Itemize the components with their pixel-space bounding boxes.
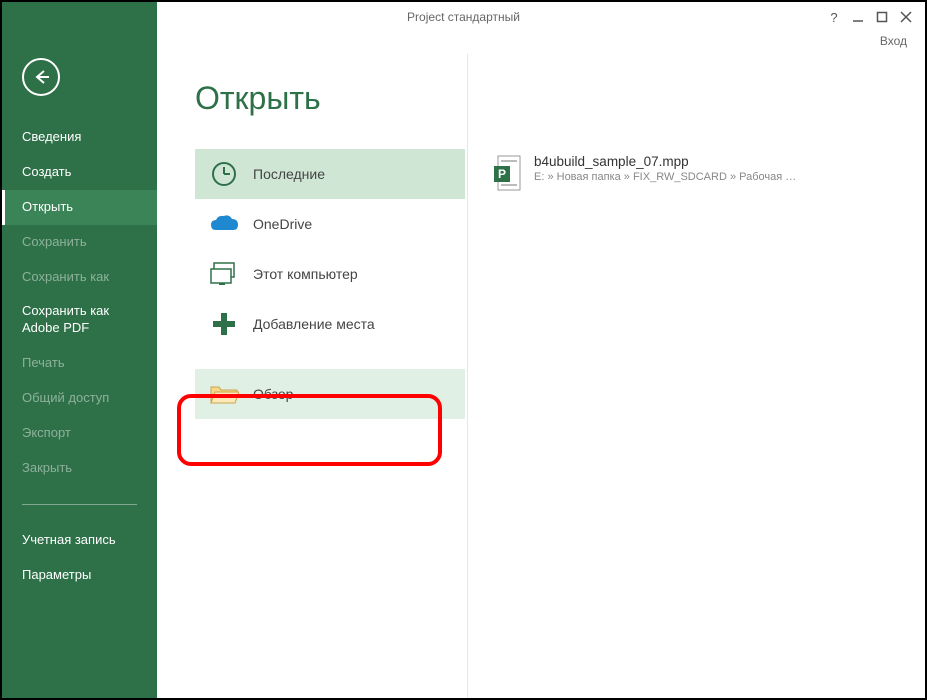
signin-link[interactable]: Вход	[880, 34, 907, 48]
place-add[interactable]: Добавление места	[195, 299, 465, 349]
sidebar-item-saveas: Сохранить как	[2, 260, 157, 295]
place-onedrive[interactable]: OneDrive	[195, 199, 465, 249]
place-label: Последние	[253, 166, 325, 182]
place-label: Обзор	[253, 386, 293, 402]
computer-icon	[209, 259, 239, 289]
place-label: Этот компьютер	[253, 266, 358, 282]
place-recent[interactable]: Последние	[195, 149, 465, 199]
sidebar-item-print: Печать	[2, 346, 157, 381]
sidebar-item-info[interactable]: Сведения	[2, 120, 157, 155]
place-browse[interactable]: Обзор	[195, 369, 465, 419]
page-title: Открыть	[195, 80, 467, 117]
folder-icon	[209, 379, 239, 409]
sidebar-item-share: Общий доступ	[2, 381, 157, 416]
sidebar-item-options[interactable]: Параметры	[2, 558, 157, 593]
clock-icon	[209, 159, 239, 189]
sidebar-item-account[interactable]: Учетная запись	[2, 523, 157, 558]
place-computer[interactable]: Этот компьютер	[195, 249, 465, 299]
place-label: Добавление места	[253, 316, 375, 332]
sidebar-item-saveas-pdf[interactable]: Сохранить как Adobe PDF	[2, 294, 157, 346]
onedrive-icon	[209, 209, 239, 239]
maximize-button[interactable]	[871, 6, 893, 28]
minimize-button[interactable]	[847, 6, 869, 28]
svg-text:P: P	[498, 167, 506, 181]
sidebar-item-export: Экспорт	[2, 416, 157, 451]
back-button[interactable]	[22, 58, 60, 96]
help-button[interactable]: ?	[823, 6, 845, 28]
close-button[interactable]	[895, 6, 917, 28]
sidebar-item-open[interactable]: Открыть	[2, 190, 157, 225]
sidebar-item-close: Закрыть	[2, 451, 157, 486]
recent-file[interactable]: P b4ubuild_sample_07.mpp E: » Новая папк…	[492, 154, 905, 194]
sidebar-item-new[interactable]: Создать	[2, 155, 157, 190]
plus-icon	[209, 309, 239, 339]
project-file-icon: P	[492, 154, 524, 194]
window-title: Project стандартный	[407, 10, 520, 24]
sidebar-item-save: Сохранить	[2, 225, 157, 260]
file-path: E: » Новая папка » FIX_RW_SDCARD » Рабоч…	[534, 171, 796, 183]
place-label: OneDrive	[253, 216, 312, 232]
file-name: b4ubuild_sample_07.mpp	[534, 154, 796, 169]
